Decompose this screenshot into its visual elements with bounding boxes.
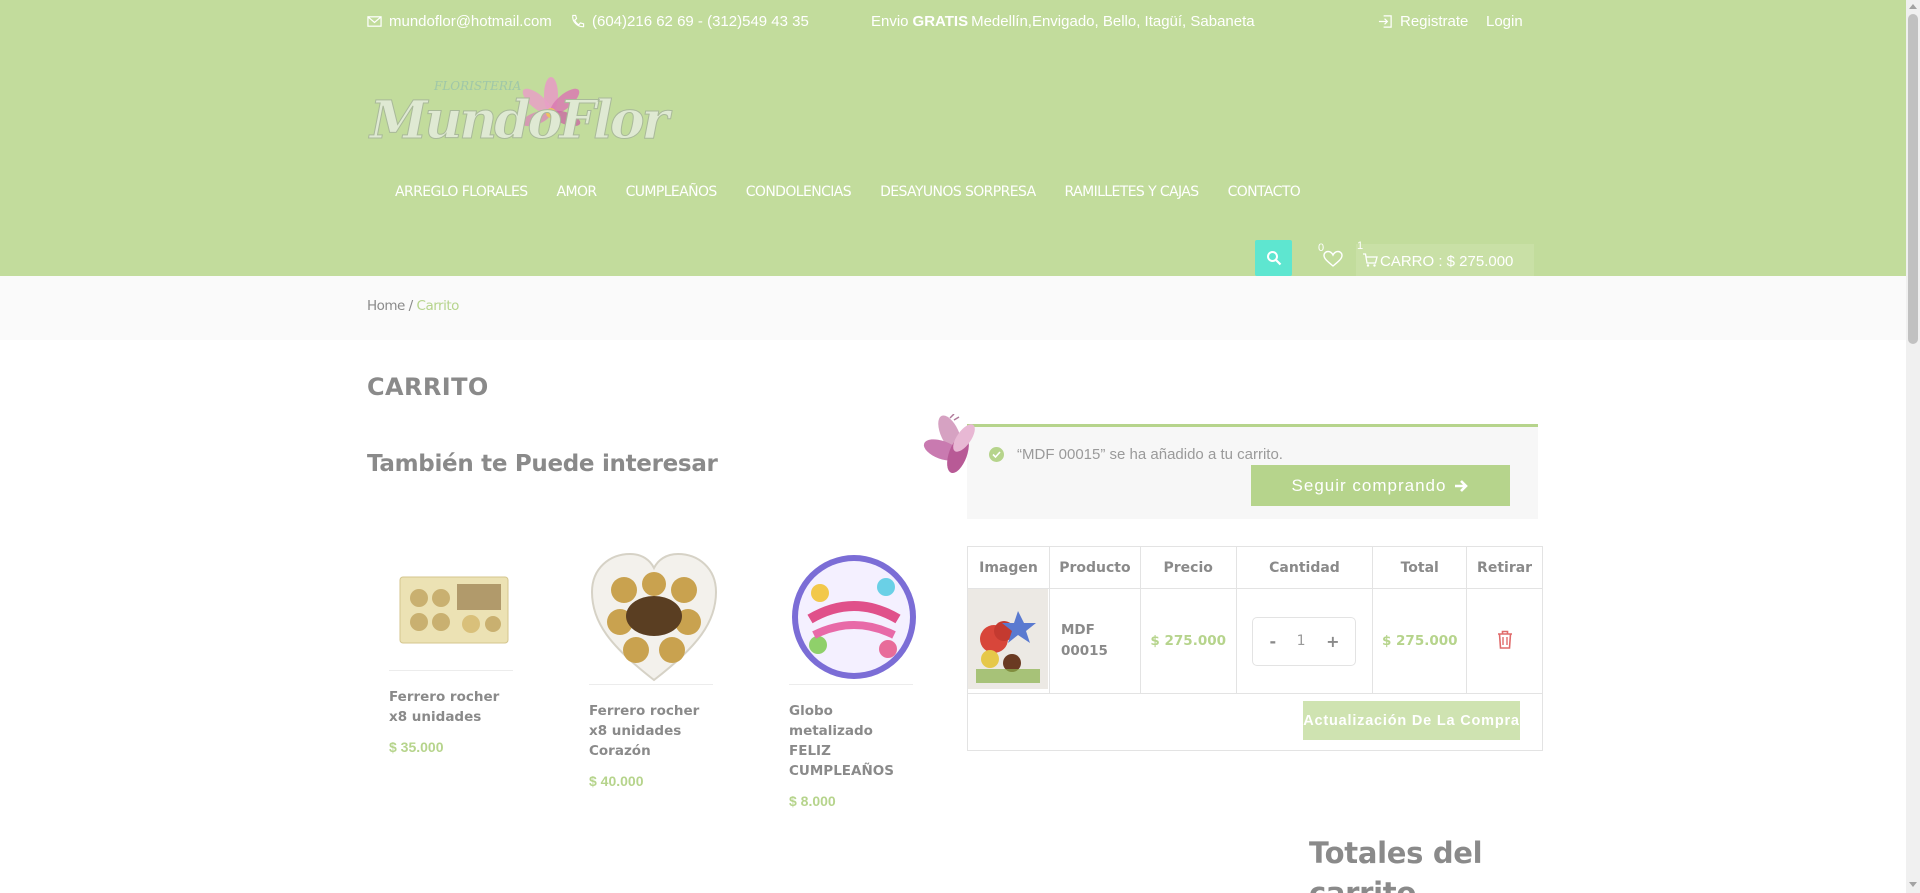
remove-item-cell: [1466, 588, 1543, 694]
page-scrollbar[interactable]: [1906, 0, 1920, 893]
nav-amor[interactable]: AMOR: [557, 184, 598, 200]
cart-item-name[interactable]: MDF 00015: [1048, 588, 1141, 694]
cart-item-total: $ 275.000: [1372, 588, 1468, 694]
search-icon: [1266, 251, 1281, 266]
nav-contacto[interactable]: CONTACTO: [1228, 184, 1301, 200]
continue-shopping-button[interactable]: Seguir comprando: [1251, 465, 1510, 506]
breadcrumb-bar: Home / Carrito: [0, 276, 1906, 340]
check-circle-icon: [989, 447, 1004, 462]
cart-totals-title: Totales del carrito: [1309, 836, 1483, 893]
shipping-cities: Medellín,Envigado, Bello, Itagüí, Sabane…: [971, 13, 1255, 30]
login-link[interactable]: Login: [1486, 13, 1523, 30]
related-products-title: También te Puede interesar: [367, 451, 718, 477]
scrollbar-thumb[interactable]: [1908, 14, 1918, 344]
nav-desayunos-sorpresa[interactable]: DESAYUNOS SORPRESA: [880, 184, 1036, 200]
page: mundoflor@hotmail.com (604)216 62 69 - (…: [0, 0, 1920, 893]
breadcrumb-separator: /: [404, 298, 417, 314]
mundoflor-logo[interactable]: FLORISTERIA MundoFlor: [366, 68, 676, 158]
cart-item-quantity-cell: - 1 +: [1235, 588, 1374, 694]
col-cantidad: Cantidad: [1235, 546, 1374, 589]
quantity-stepper[interactable]: - 1 +: [1252, 616, 1357, 666]
nav-cumpleanos[interactable]: CUMPLEAÑOS: [626, 184, 718, 200]
col-total: Total: [1372, 546, 1468, 589]
cart-total-label: CARRO : $ 275.000: [1380, 252, 1514, 270]
ferrero-box-image[interactable]: [389, 550, 519, 670]
nav-condolencias[interactable]: CONDOLENCIAS: [746, 184, 852, 200]
flower-decoration-icon: [923, 414, 975, 474]
continue-shopping-label: Seguir comprando: [1291, 475, 1447, 495]
shipping-notice: Envio GRATIS Medellín,Envigado, Bello, I…: [871, 13, 1255, 30]
email-text: mundoflor@hotmail.com: [389, 13, 552, 30]
col-retirar: Retirar: [1466, 546, 1543, 589]
phone-text: (604)216 62 69 - (312)549 43 35: [592, 13, 809, 30]
scroll-up-arrow-icon[interactable]: [1909, 4, 1917, 9]
shipping-bold: GRATIS: [912, 13, 969, 30]
product-name[interactable]: Ferrero rocher x8 unidades Corazón: [589, 701, 719, 761]
page-title: CARRITO: [367, 373, 489, 401]
cart-table-header: Imagen Producto Precio Cantidad Total Re…: [967, 546, 1543, 589]
cart-icon: [1363, 253, 1378, 267]
trash-icon[interactable]: [1497, 630, 1513, 649]
nav-arreglo-florales[interactable]: ARREGLO FLORALES: [395, 184, 528, 200]
quantity-value[interactable]: 1: [1297, 633, 1306, 649]
email-link[interactable]: mundoflor@hotmail.com: [367, 13, 552, 30]
arrow-right-icon: [1455, 479, 1469, 492]
product-divider: [589, 684, 713, 685]
product-price: $ 40.000: [589, 773, 644, 789]
product-divider: [389, 670, 513, 671]
breadcrumb: Home / Carrito: [367, 298, 459, 314]
col-precio: Precio: [1139, 546, 1237, 589]
cart-button[interactable]: 1 CARRO : $ 275.000: [1356, 240, 1534, 278]
cart-row: MDF 00015 $ 275.000 - 1 + $ 275.000: [967, 588, 1543, 694]
col-producto: Producto: [1048, 546, 1141, 589]
update-cart-button[interactable]: Actualización De La Compra: [1303, 701, 1520, 740]
nav-ramilletes-y-cajas[interactable]: RAMILLETES Y CAJAS: [1065, 184, 1200, 200]
shipping-prefix: Envio: [871, 13, 909, 30]
breadcrumb-current: Carrito: [416, 298, 460, 314]
breadcrumb-home[interactable]: Home: [367, 298, 405, 314]
site-header: FLORISTERIA MundoFlor ARREGLO FLORALES A…: [0, 44, 1906, 278]
register-text: Registrate: [1400, 13, 1469, 30]
phone-link[interactable]: (604)216 62 69 - (312)549 43 35: [570, 13, 809, 30]
logo-main-text: MundoFlor: [368, 90, 673, 151]
product-name[interactable]: Globo metalizado FELIZ CUMPLEAÑOS: [789, 701, 919, 781]
cart-count: 1: [1357, 240, 1364, 252]
col-imagen: Imagen: [967, 546, 1050, 589]
heart-icon: [1323, 250, 1343, 267]
cart-item-image[interactable]: [967, 588, 1050, 694]
cart-notice-text: “MDF 00015” se ha añadido a tu carrito.: [1017, 446, 1283, 463]
top-bar: mundoflor@hotmail.com (604)216 62 69 - (…: [0, 0, 1906, 44]
cart-notice-message: “MDF 00015” se ha añadido a tu carrito.: [989, 446, 1283, 463]
product-divider: [789, 684, 913, 685]
search-button[interactable]: [1255, 240, 1292, 276]
cart-item-price: $ 275.000: [1139, 588, 1237, 694]
scroll-down-arrow-icon[interactable]: [1909, 882, 1917, 887]
quantity-minus-button[interactable]: -: [1269, 632, 1276, 651]
cart-actions: Actualización De La Compra: [967, 692, 1543, 751]
product-price: $ 8.000: [789, 793, 836, 809]
related-product-card[interactable]: Ferrero rocher x8 unidades $ 35.000: [389, 550, 519, 755]
login-icon: [1378, 15, 1392, 28]
register-link[interactable]: Registrate: [1378, 13, 1468, 30]
product-price: $ 35.000: [389, 739, 444, 755]
login-text: Login: [1486, 13, 1523, 30]
mail-icon: [367, 16, 382, 27]
related-product-card[interactable]: Globo metalizado FELIZ CUMPLEAÑOS $ 8.00…: [789, 550, 919, 809]
ferrero-heart-image[interactable]: [589, 550, 719, 684]
product-name[interactable]: Ferrero rocher x8 unidades: [389, 687, 519, 727]
cart-table: Imagen Producto Precio Cantidad Total Re…: [967, 546, 1543, 694]
quantity-plus-button[interactable]: +: [1326, 632, 1339, 651]
wishlist-button[interactable]: 0: [1318, 242, 1343, 268]
related-product-card[interactable]: Ferrero rocher x8 unidades Corazón $ 40.…: [589, 550, 719, 789]
main-nav: ARREGLO FLORALES AMOR CUMPLEAÑOS CONDOLE…: [395, 184, 1329, 200]
phone-icon: [572, 14, 585, 28]
birthday-balloon-image[interactable]: [789, 550, 919, 684]
